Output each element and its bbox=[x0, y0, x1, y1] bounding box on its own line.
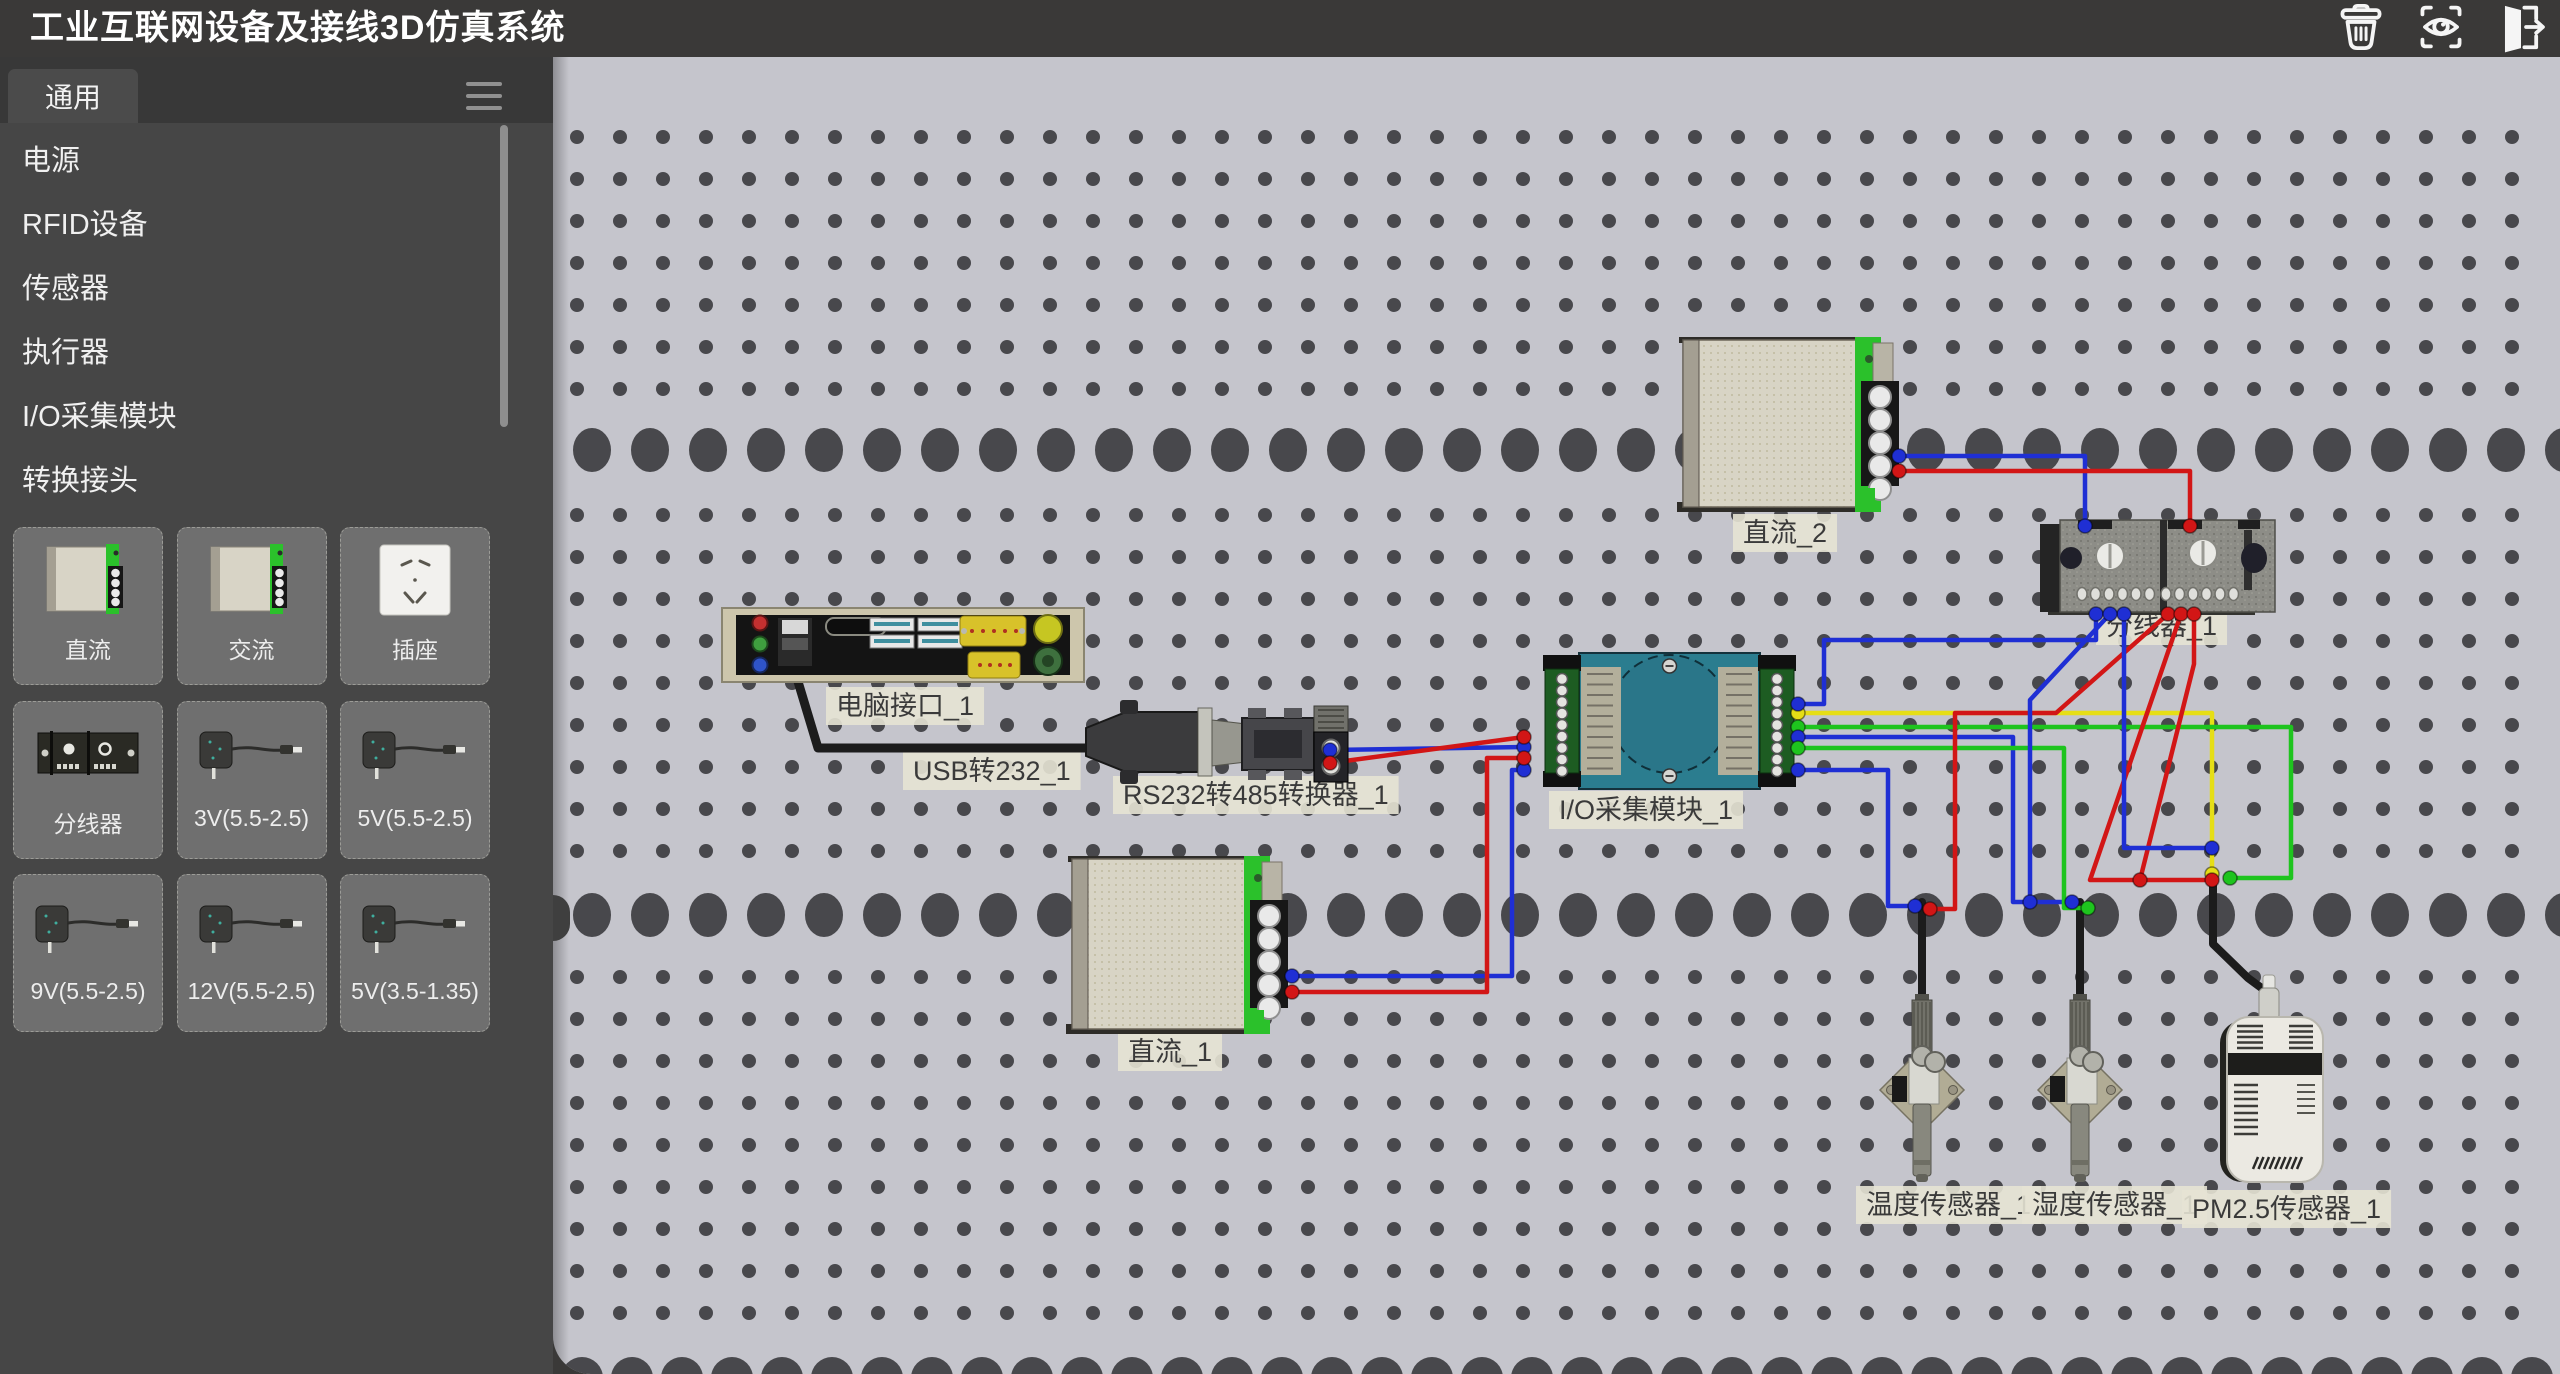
tile-5[interactable]: 5V(5.5-2.5) bbox=[340, 701, 490, 859]
eye-icon bbox=[2412, 0, 2470, 59]
sidebar-item-3[interactable]: 执行器 bbox=[0, 321, 553, 385]
simulation-canvas[interactable]: 直流_2 电脑接口_1 USB转232_1 RS232转485转换器_1 I/O采集模块… bbox=[553, 57, 2560, 1374]
delete-button[interactable] bbox=[2332, 2, 2390, 56]
tile-1[interactable]: 交流 bbox=[177, 527, 327, 685]
toolbar bbox=[2332, 2, 2550, 56]
socket-icon bbox=[341, 528, 489, 631]
psu-icon bbox=[14, 528, 162, 631]
tile-8[interactable]: 5V(3.5-1.35) bbox=[340, 874, 490, 1032]
component-sidebar: 通用 电源RFID设备传感器执行器I/O采集模块转换接头 直流交流插座分线器 3V… bbox=[0, 57, 553, 1374]
tile-label: 交流 bbox=[178, 631, 326, 665]
preview-button[interactable] bbox=[2412, 2, 2470, 56]
device-h1[interactable] bbox=[2038, 994, 2122, 1182]
sidebar-item-0[interactable]: 电源 bbox=[0, 129, 553, 193]
tile-label: 9V(5.5-2.5) bbox=[14, 978, 162, 1005]
device-pm1[interactable] bbox=[2220, 975, 2323, 1182]
device-label-usb1: USB转232_1 bbox=[913, 756, 1071, 786]
tile-label: 分线器 bbox=[14, 805, 162, 839]
scene-svg: 直流_2 电脑接口_1 USB转232_1 RS232转485转换器_1 I/O采集模块… bbox=[553, 57, 2560, 1374]
device-label-dc2: 直流_2 bbox=[1743, 518, 1827, 548]
tile-2[interactable]: 插座 bbox=[340, 527, 490, 685]
menu-icon[interactable] bbox=[466, 82, 502, 112]
tile-3[interactable]: 分线器 bbox=[13, 701, 163, 859]
tile-7[interactable]: 12V(5.5-2.5) bbox=[177, 874, 327, 1032]
device-dc1[interactable] bbox=[1066, 856, 1288, 1034]
adapter-icon bbox=[14, 875, 162, 978]
device-dc2[interactable] bbox=[1677, 337, 1899, 512]
wire-blue-14[interactable] bbox=[1798, 770, 1915, 906]
tile-6[interactable]: 9V(5.5-2.5) bbox=[13, 874, 163, 1032]
device-label-t1: 温度传感器_1 bbox=[1866, 1190, 2031, 1220]
tile-4[interactable]: 3V(5.5-2.5) bbox=[177, 701, 327, 859]
device-io1[interactable] bbox=[1543, 653, 1796, 789]
wire-blue-18[interactable] bbox=[1798, 614, 2096, 704]
sidebar-item-5[interactable]: 转换接头 bbox=[0, 449, 553, 513]
tile-label: 5V(3.5-1.35) bbox=[341, 978, 489, 1005]
trash-icon bbox=[2332, 0, 2390, 59]
tile-label: 插座 bbox=[341, 631, 489, 665]
sidebar-item-1[interactable]: RFID设备 bbox=[0, 193, 553, 257]
device-label-dc1: 直流_1 bbox=[1128, 1037, 1212, 1067]
sidebar-item-2[interactable]: 传感器 bbox=[0, 257, 553, 321]
tile-0[interactable]: 直流 bbox=[13, 527, 163, 685]
app-title: 工业互联网设备及接线3D仿真系统 bbox=[30, 0, 565, 57]
tile-label: 12V(5.5-2.5) bbox=[178, 978, 326, 1005]
tile-label: 直流 bbox=[14, 631, 162, 665]
exit-icon bbox=[2492, 0, 2550, 59]
tile-label: 3V(5.5-2.5) bbox=[178, 805, 326, 832]
device-label-conv1: RS232转485转换器_1 bbox=[1123, 780, 1389, 810]
sidebar-item-4[interactable]: I/O采集模块 bbox=[0, 385, 553, 449]
device-pc1[interactable] bbox=[722, 608, 1084, 682]
exit-button[interactable] bbox=[2492, 2, 2550, 56]
app-window: 工业互联网设备及接线3D仿真系统 bbox=[0, 0, 2560, 1374]
device-label-pc1: 电脑接口_1 bbox=[836, 691, 974, 721]
adapter-icon bbox=[178, 702, 326, 805]
tile-label: 5V(5.5-2.5) bbox=[341, 805, 489, 832]
menu-scrollbar[interactable] bbox=[500, 125, 508, 427]
psu-icon bbox=[178, 528, 326, 631]
splitter-icon bbox=[14, 702, 162, 805]
adapter-icon bbox=[178, 875, 326, 978]
device-sp1[interactable] bbox=[2040, 520, 2275, 615]
device-label-io1: I/O采集模块_1 bbox=[1559, 795, 1733, 825]
adapter-icon bbox=[341, 702, 489, 805]
tab-general[interactable]: 通用 bbox=[8, 69, 138, 123]
title-bar: 工业互联网设备及接线3D仿真系统 bbox=[0, 0, 2560, 57]
category-menu: 电源RFID设备传感器执行器I/O采集模块转换接头 bbox=[0, 129, 553, 513]
adapter-icon bbox=[341, 875, 489, 978]
device-label-pm1: PM2.5传感器_1 bbox=[2192, 1194, 2381, 1224]
device-label-h1: 湿度传感器_1 bbox=[2032, 1190, 2197, 1220]
